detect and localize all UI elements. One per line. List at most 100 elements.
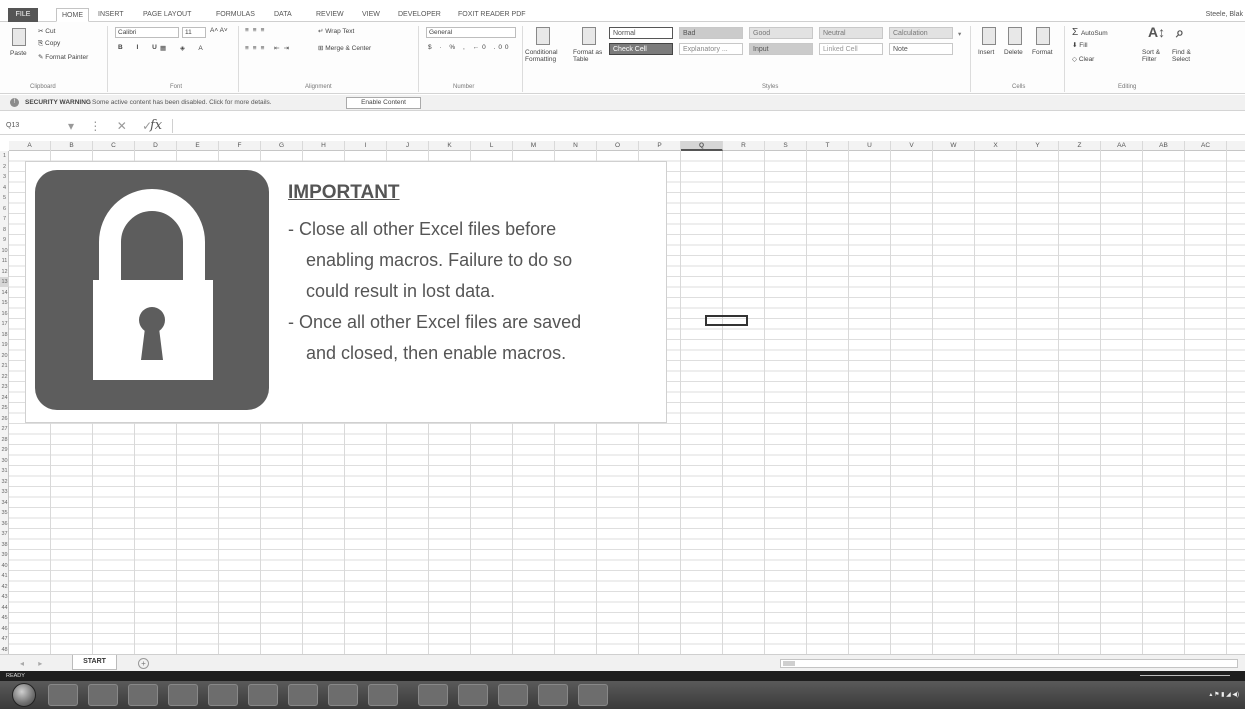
font-grow-shrink-icon[interactable]: A˄ A˅: [210, 27, 228, 34]
row-header[interactable]: 1: [0, 151, 9, 161]
tab-file[interactable]: FILE: [8, 8, 38, 22]
security-warning-message[interactable]: Some active content has been disabled. C…: [92, 95, 272, 111]
row-header[interactable]: 32: [0, 477, 9, 487]
format-painter-button[interactable]: ✎ Format Painter: [38, 53, 88, 61]
internet-explorer-icon[interactable]: [48, 684, 78, 706]
row-header[interactable]: 5: [0, 193, 9, 203]
excel-icon[interactable]: [458, 684, 488, 706]
file-explorer-icon[interactable]: [88, 684, 118, 706]
find-select-button[interactable]: Find & Select: [1172, 49, 1202, 63]
row-header[interactable]: 23: [0, 382, 9, 392]
format-cells-button[interactable]: Format: [1032, 49, 1053, 56]
column-header[interactable]: E: [177, 141, 219, 151]
row-header[interactable]: 44: [0, 603, 9, 613]
row-header[interactable]: 17: [0, 319, 9, 329]
row-header[interactable]: 34: [0, 498, 9, 508]
row-header[interactable]: 22: [0, 372, 9, 382]
insert-cells-button[interactable]: Insert: [978, 49, 994, 56]
column-header[interactable]: L: [471, 141, 513, 151]
column-header[interactable]: G: [261, 141, 303, 151]
column-header[interactable]: D: [135, 141, 177, 151]
style-check-cell[interactable]: Check Cell: [609, 43, 673, 55]
style-calculation[interactable]: Calculation: [889, 27, 953, 39]
column-header[interactable]: Q: [681, 141, 723, 151]
sheet-scroll-arrows[interactable]: ◂ ▸: [20, 655, 48, 672]
app-icon[interactable]: [418, 684, 448, 706]
row-header[interactable]: 12: [0, 267, 9, 277]
row-header[interactable]: 3: [0, 172, 9, 182]
tab-insert[interactable]: INSERT: [98, 8, 124, 22]
row-header[interactable]: 27: [0, 424, 9, 434]
column-header[interactable]: K: [429, 141, 471, 151]
formula-input[interactable]: [172, 119, 1240, 133]
font-app-icon[interactable]: [328, 684, 358, 706]
row-header[interactable]: 21: [0, 361, 9, 371]
font-name-select[interactable]: Calibri: [115, 27, 179, 38]
format-as-table-icon[interactable]: [582, 27, 596, 45]
app-icon[interactable]: [208, 684, 238, 706]
paste-icon[interactable]: [12, 28, 26, 46]
row-header[interactable]: 24: [0, 393, 9, 403]
chrome-icon[interactable]: [248, 684, 278, 706]
column-header[interactable]: O: [597, 141, 639, 151]
tab-view[interactable]: VIEW: [362, 8, 380, 22]
column-header[interactable]: I: [345, 141, 387, 151]
sheet-tab-start[interactable]: START: [72, 655, 117, 670]
column-header[interactable]: AC: [1185, 141, 1227, 151]
row-header[interactable]: 14: [0, 288, 9, 298]
style-input[interactable]: Input: [749, 43, 813, 55]
vertical-align-icons[interactable]: ≡≡≡: [245, 27, 268, 34]
row-header[interactable]: 6: [0, 204, 9, 214]
row-header[interactable]: 28: [0, 435, 9, 445]
row-header[interactable]: 43: [0, 592, 9, 602]
column-header[interactable]: AB: [1143, 141, 1185, 151]
row-header[interactable]: 30: [0, 456, 9, 466]
tab-review[interactable]: REVIEW: [316, 8, 344, 22]
column-header[interactable]: A: [9, 141, 51, 151]
column-header[interactable]: W: [933, 141, 975, 151]
media-player-icon[interactable]: [128, 684, 158, 706]
style-note[interactable]: Note: [889, 43, 953, 55]
row-header[interactable]: 11: [0, 256, 9, 266]
row-header[interactable]: 10: [0, 246, 9, 256]
word-icon[interactable]: [538, 684, 568, 706]
fill-button[interactable]: ⬇ Fill: [1072, 41, 1088, 49]
column-header[interactable]: B: [51, 141, 93, 151]
row-header[interactable]: 33: [0, 487, 9, 497]
column-header[interactable]: N: [555, 141, 597, 151]
row-header[interactable]: 15: [0, 298, 9, 308]
row-header[interactable]: 36: [0, 519, 9, 529]
row-header[interactable]: 7: [0, 214, 9, 224]
merge-center-button[interactable]: ⊞ Merge & Center: [318, 44, 371, 52]
borders-fill-color-icons[interactable]: ▦ ◈ A: [160, 44, 209, 52]
column-header[interactable]: J: [387, 141, 429, 151]
column-header[interactable]: M: [513, 141, 555, 151]
app-icon[interactable]: [288, 684, 318, 706]
zoom-slider[interactable]: [1140, 675, 1230, 676]
enable-content-button[interactable]: Enable Content: [346, 97, 421, 109]
style-good[interactable]: Good: [749, 27, 813, 39]
column-header[interactable]: V: [891, 141, 933, 151]
conditional-formatting-button[interactable]: Conditional Formatting: [525, 49, 571, 63]
row-header[interactable]: 16: [0, 309, 9, 319]
tab-home[interactable]: HOME: [56, 8, 89, 22]
row-header[interactable]: 46: [0, 624, 9, 634]
horizontal-scrollbar[interactable]: [780, 659, 1238, 668]
delete-cells-icon[interactable]: [1008, 27, 1022, 45]
row-header[interactable]: 35: [0, 508, 9, 518]
style-normal[interactable]: Normal: [609, 27, 673, 39]
column-header[interactable]: F: [219, 141, 261, 151]
clear-button[interactable]: ◇ Clear: [1072, 55, 1094, 63]
cut-button[interactable]: ✂ Cut: [38, 27, 55, 35]
bold-italic-underline-icons[interactable]: B I U: [118, 44, 163, 51]
row-header[interactable]: 37: [0, 529, 9, 539]
app-icon[interactable]: [498, 684, 528, 706]
row-header[interactable]: 47: [0, 634, 9, 644]
row-header[interactable]: 25: [0, 403, 9, 413]
column-header[interactable]: Z: [1059, 141, 1101, 151]
binoculars-icon[interactable]: ⌕: [1176, 24, 1184, 41]
row-header[interactable]: 29: [0, 445, 9, 455]
tab-formulas[interactable]: FORMULAS: [216, 8, 255, 22]
column-header[interactable]: T: [807, 141, 849, 151]
tab-foxit-reader-pdf[interactable]: FOXIT READER PDF: [458, 8, 526, 22]
